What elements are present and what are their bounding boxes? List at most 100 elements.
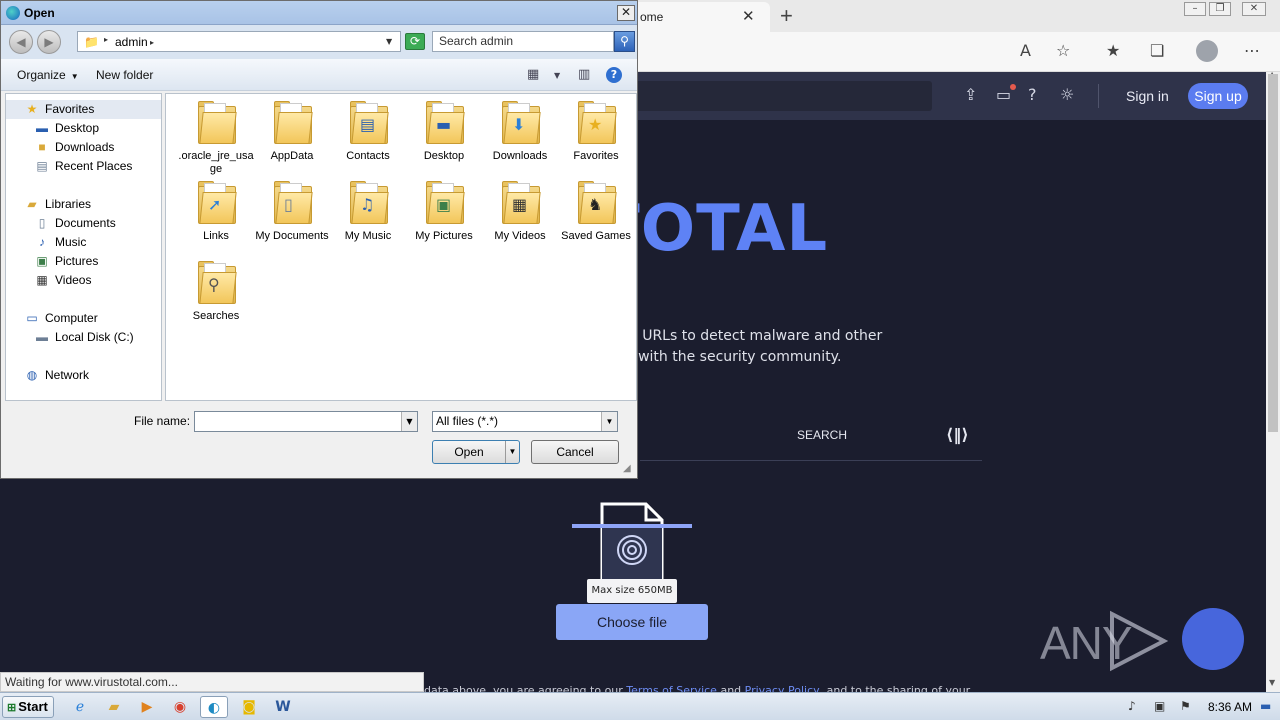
cancel-button[interactable]: Cancel: [531, 440, 619, 464]
volume-icon[interactable]: ♪: [1128, 699, 1136, 713]
view-dropdown-icon[interactable]: ▼: [554, 71, 560, 80]
internet-explorer-icon[interactable]: ℯ: [66, 696, 94, 718]
dialog-help-icon[interactable]: ?: [606, 67, 622, 83]
norton-icon[interactable]: ◙: [235, 696, 263, 718]
collections-icon[interactable]: ❏: [1150, 41, 1164, 60]
word-icon[interactable]: W: [269, 696, 297, 718]
contacts-folder-icon: ▤: [350, 100, 389, 144]
tab-search[interactable]: SEARCH: [797, 428, 847, 442]
edge-icon[interactable]: ◐: [200, 696, 228, 718]
dialog-titlebar[interactable]: Open ✕: [1, 1, 637, 25]
breadcrumb-chevron-icon[interactable]: ▸: [150, 38, 154, 47]
max-size-tooltip: Max size 650MB: [587, 579, 677, 603]
forward-icon[interactable]: ▶: [37, 30, 61, 54]
nav-item-favorites[interactable]: ★ Favorites: [6, 100, 161, 119]
file-type-select[interactable]: All files (*.*) ▼: [432, 411, 618, 432]
sign-up-button[interactable]: Sign up: [1188, 83, 1248, 109]
open-button[interactable]: Open ▼: [432, 440, 520, 464]
nav-item-downloads[interactable]: ■ Downloads: [6, 138, 161, 157]
favorites-icon[interactable]: ★: [1106, 41, 1120, 60]
read-aloud-icon[interactable]: A: [1020, 41, 1031, 60]
close-tab-icon[interactable]: ✕: [742, 7, 755, 25]
new-folder-button[interactable]: New folder: [96, 68, 153, 82]
desktop-folder-icon: ▬: [426, 100, 465, 144]
header-divider: [1098, 84, 1099, 108]
chat-icon[interactable]: ▭: [996, 85, 1011, 104]
anyrun-watermark: ANY: [1036, 604, 1246, 676]
file-item[interactable]: ♫ My Music: [330, 178, 406, 258]
more-menu-icon[interactable]: ⋯: [1244, 41, 1260, 60]
add-favorite-icon[interactable]: ☆: [1056, 41, 1070, 60]
file-item[interactable]: ▦ My Videos: [482, 178, 558, 258]
file-label: Favorites: [573, 150, 619, 162]
sign-in-link[interactable]: Sign in: [1126, 88, 1169, 104]
command-bar: Organize ▼ New folder ▦ ▼ ▥ ?: [1, 59, 637, 91]
minimize-icon[interactable]: –: [1184, 2, 1206, 16]
barcode-search-icon[interactable]: ⟨‖⟩: [946, 425, 969, 444]
search-icon[interactable]: ⚲: [614, 31, 635, 52]
network-tray-icon[interactable]: ▣: [1154, 699, 1165, 713]
windows-flag-icon: ⊞: [7, 702, 17, 714]
dialog-close-button[interactable]: ✕: [617, 5, 635, 21]
organize-button[interactable]: Organize ▼: [17, 68, 79, 82]
page-scrollbar[interactable]: ▲ ▼: [1266, 70, 1280, 692]
file-type-value: All files (*.*): [436, 414, 499, 428]
breadcrumb-admin[interactable]: admin: [115, 35, 148, 49]
nav-item-recent-places[interactable]: ▤ Recent Places: [6, 157, 161, 176]
nav-item-computer[interactable]: ▭ Computer: [6, 309, 161, 328]
file-item[interactable]: ▣ My Pictures: [406, 178, 482, 258]
file-name-dropdown-icon[interactable]: ▼: [401, 412, 417, 431]
window-close-icon[interactable]: ✕: [1242, 2, 1266, 16]
file-item[interactable]: ★ Favorites: [558, 98, 634, 178]
nav-item-libraries[interactable]: ▰ Libraries: [6, 195, 161, 214]
file-item[interactable]: ➚ Links: [178, 178, 254, 258]
nav-item-network[interactable]: ◍ Network: [6, 366, 161, 385]
profile-avatar[interactable]: [1196, 40, 1218, 62]
preview-pane-icon[interactable]: ▥: [578, 67, 590, 82]
file-item[interactable]: ▤ Contacts: [330, 98, 406, 178]
file-type-dropdown-icon[interactable]: ▼: [601, 412, 617, 431]
breadcrumb-separator-icon[interactable]: ▸: [104, 35, 108, 44]
file-item[interactable]: ▯ My Documents: [254, 178, 330, 258]
file-item[interactable]: ⚲ Searches: [178, 258, 254, 338]
restore-icon[interactable]: ❐: [1209, 2, 1231, 16]
address-bar[interactable]: 📁 ▸ admin ▸ ▼: [77, 31, 401, 52]
open-dialog: Open ✕ ◀ ▶ 📁 ▸ admin ▸ ▼ ⟳ Search admin …: [0, 0, 638, 479]
scroll-down-icon[interactable]: ▼: [1269, 678, 1275, 687]
help-icon[interactable]: ?: [1028, 85, 1037, 104]
nav-item-documents[interactable]: ▯ Documents: [6, 214, 161, 233]
nav-item-local-disk[interactable]: ▬ Local Disk (C:): [6, 328, 161, 347]
file-item[interactable]: ♞ Saved Games: [558, 178, 634, 258]
view-options-icon[interactable]: ▦: [527, 67, 539, 82]
network-icon: ◍: [26, 368, 38, 382]
nav-item-music[interactable]: ♪ Music: [6, 233, 161, 252]
nav-item-desktop[interactable]: ▬ Desktop: [6, 119, 161, 138]
theme-toggle-icon[interactable]: ☼: [1060, 85, 1074, 104]
choose-file-button[interactable]: Choose file: [556, 604, 708, 640]
libraries-icon: ▰: [27, 197, 37, 211]
file-name-input[interactable]: ▼: [194, 411, 418, 432]
file-item[interactable]: ▬ Desktop: [406, 98, 482, 178]
taskbar-clock[interactable]: 8:36 AM: [1208, 700, 1252, 714]
downloads-folder-icon: ⬇: [502, 100, 541, 144]
chrome-icon[interactable]: ◉: [166, 696, 194, 718]
open-split-dropdown-icon[interactable]: ▼: [505, 441, 519, 463]
explorer-icon[interactable]: ▰: [100, 696, 128, 718]
nav-item-pictures[interactable]: ▣ Pictures: [6, 252, 161, 271]
nav-item-videos[interactable]: ▦ Videos: [6, 271, 161, 290]
back-icon[interactable]: ◀: [9, 30, 33, 54]
upload-icon[interactable]: ⇪: [964, 85, 977, 104]
file-item[interactable]: .oracle_jre_usage: [178, 98, 254, 178]
scroll-thumb[interactable]: [1268, 74, 1278, 432]
refresh-icon[interactable]: ⟳: [405, 33, 425, 50]
new-tab-icon[interactable]: +: [780, 3, 793, 29]
resize-grip-icon[interactable]: ◢: [623, 463, 631, 474]
start-button[interactable]: ⊞ Start: [2, 696, 54, 718]
media-player-icon[interactable]: ▶: [133, 696, 161, 718]
show-desktop-icon[interactable]: ▬: [1260, 699, 1271, 713]
address-dropdown-icon[interactable]: ▼: [386, 37, 392, 46]
file-item[interactable]: ⬇ Downloads: [482, 98, 558, 178]
file-item[interactable]: AppData: [254, 98, 330, 178]
search-input[interactable]: Search admin: [432, 31, 614, 52]
action-center-flag-icon[interactable]: ⚑: [1180, 699, 1191, 713]
